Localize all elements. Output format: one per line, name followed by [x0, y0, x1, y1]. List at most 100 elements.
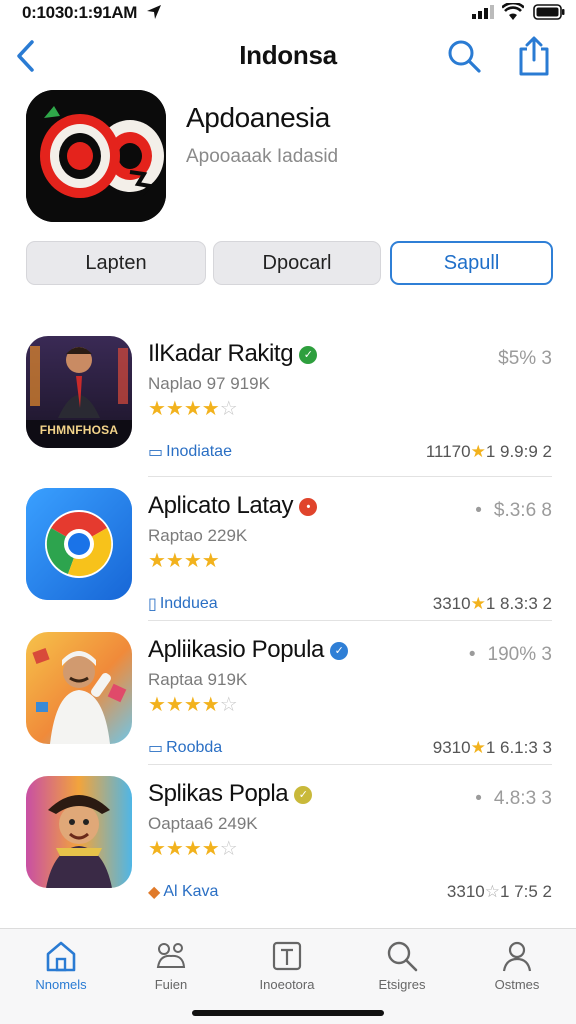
tab-apps[interactable]: Inoeotora: [237, 939, 337, 992]
character-game-icon: [26, 632, 132, 744]
rating-value: 1 7:5 2: [500, 882, 552, 901]
app-logo-icon: [26, 90, 166, 222]
verified-badge-icon: ✓: [299, 346, 318, 364]
games-icon: [156, 943, 186, 968]
tab-label: Fuien: [154, 977, 188, 992]
rating-value: 1 9.9:9 2: [485, 442, 552, 461]
app-meta: Oaptaa6 249K: [148, 814, 258, 833]
tab-account[interactable]: Ostmes: [467, 939, 567, 992]
list-item[interactable]: Aplicato Latay • Raptao 229K ★★★★ ▯ Inddue…: [0, 488, 576, 628]
app-name-text: Aplicato Latay: [148, 492, 294, 519]
tab-home[interactable]: Nnomels: [11, 939, 111, 992]
app-price: • $.3:6 8: [475, 500, 552, 521]
app-meta: Raptao 229K: [148, 526, 248, 545]
tag-icon: ▭: [148, 740, 164, 757]
share-button[interactable]: [516, 36, 552, 76]
app-name-text: IlKadar Rakitg: [148, 340, 294, 367]
signal-icon: [472, 5, 494, 19]
app-rating: 3310★1 8.3:3 2: [433, 594, 552, 614]
rating-value: 1 8.3:3 2: [485, 594, 552, 613]
app-icon: FHMNFHOSA: [26, 336, 132, 448]
app-name-text: Apliikasio Popula: [148, 636, 324, 663]
app-name: Aplicato Latay •: [148, 492, 318, 520]
status-time: 0:1030:1:91AM: [22, 3, 138, 22]
app-tag[interactable]: ▭ Inodiatae: [148, 442, 232, 462]
app-tag-text: Inodiatae: [166, 443, 232, 460]
star-icon: ☆: [484, 882, 500, 901]
app-tag[interactable]: ◆ Al Kava: [148, 882, 218, 902]
verified-badge-icon: •: [299, 498, 318, 516]
app-icon: [26, 776, 132, 888]
segment-button-1[interactable]: Lapten: [26, 241, 206, 285]
star-rating: ★★★★☆: [148, 398, 238, 420]
tab-search[interactable]: Etsigres: [352, 939, 452, 992]
rating-count: 3310: [446, 882, 485, 901]
person-icon: [502, 941, 532, 972]
app-rating: 3310☆1 7:5 2: [447, 882, 552, 902]
verified-badge-icon: ✓: [294, 786, 313, 804]
app-name-text: Splikas Popla: [148, 780, 289, 807]
app-tag-text: Al Kava: [163, 883, 219, 900]
app-name: Apliikasio Popula ✓: [148, 636, 348, 664]
verified-badge-icon: ✓: [329, 642, 348, 660]
header-app-icon: [26, 90, 166, 222]
search-icon: [448, 40, 481, 73]
pirate-character-icon: [26, 776, 132, 888]
app-meta: Raptaa 919K: [148, 670, 248, 689]
app-price: $5% 3: [498, 348, 552, 369]
status-bar: 0:1030:1:91AM: [0, 0, 576, 28]
tab-label: Nnomels: [35, 977, 87, 992]
rating-count: 9310: [432, 738, 471, 757]
tag-icon: ▭: [148, 444, 164, 461]
app-price-text: 190% 3: [487, 644, 552, 665]
star-icon: ★: [470, 738, 486, 757]
app-price: • 190% 3: [468, 644, 552, 665]
tab-label: Ostmes: [494, 977, 540, 992]
star-icon: ★: [470, 594, 486, 613]
app-tag-text: Indduea: [159, 595, 218, 612]
app-tag-text: Roobda: [166, 739, 223, 756]
home-indicator: [192, 1010, 384, 1016]
battery-icon: [533, 4, 565, 20]
home-icon: [46, 941, 76, 972]
rating-count: 3310: [432, 594, 471, 613]
divider: [148, 620, 552, 621]
segment-button-2[interactable]: Dpocarl: [213, 241, 381, 285]
app-rating: 11170★1 9.9:9 2: [426, 442, 552, 462]
divider: [148, 476, 552, 477]
apps-icon: [272, 941, 302, 971]
list-item[interactable]: FHMNFHOSA IlKadar Rakitg ✓ Naplao 97 919K…: [0, 336, 576, 476]
location-arrow-icon: [147, 5, 161, 19]
tab-label: Etsigres: [378, 977, 426, 992]
list-item[interactable]: Splikas Popla ✓ Oaptaa6 249K ★★★★☆ ◆ Al Ka…: [0, 776, 576, 916]
segment-button-3[interactable]: Sapull: [390, 241, 553, 285]
tab-label: Inoeotora: [259, 977, 315, 992]
tag-icon: ◆: [148, 884, 161, 901]
share-icon: [519, 36, 549, 76]
app-price: • 4.8:3 3: [475, 788, 552, 809]
app-tag[interactable]: ▯ Indduea: [148, 594, 218, 614]
app-name: Splikas Popla ✓: [148, 780, 313, 808]
app-icon-label: FHMNFHOSA: [39, 423, 119, 437]
app-name: IlKadar Rakitg ✓: [148, 340, 318, 368]
app-tag[interactable]: ▭ Roobda: [148, 738, 222, 758]
rating-value: 1 6.1:3 3: [485, 738, 552, 757]
app-icon: [26, 632, 132, 744]
star-icon: ★: [470, 442, 486, 461]
tag-icon: ▯: [148, 596, 157, 613]
app-price-text: 4.8:3 3: [493, 788, 552, 809]
search-icon: [387, 941, 418, 972]
rating-count: 11170: [425, 442, 471, 461]
tab-games[interactable]: Fuien: [121, 939, 221, 992]
app-meta: Naplao 97 919K: [148, 374, 270, 393]
list-item[interactable]: Apliikasio Popula ✓ Raptaa 919K ★★★★☆ ▭ Ro…: [0, 632, 576, 772]
wifi-icon: [502, 3, 524, 20]
star-rating: ★★★★☆: [148, 694, 238, 716]
search-button[interactable]: [446, 38, 482, 74]
header-app-subtitle: Apooaaak Iadasid: [186, 146, 339, 167]
star-rating: ★★★★☆: [148, 838, 238, 860]
page-title: Indonsa: [239, 40, 337, 70]
app-icon: [26, 488, 132, 600]
browser-logo-icon: [26, 488, 132, 600]
star-rating: ★★★★: [148, 550, 220, 572]
